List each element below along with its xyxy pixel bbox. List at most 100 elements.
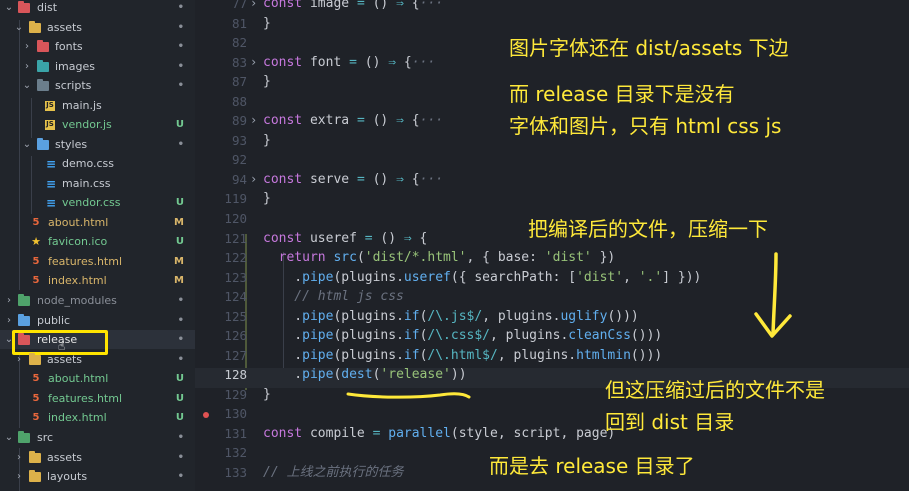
tree-item-label: main.css xyxy=(62,177,111,190)
tree-item-release-features-html[interactable]: 5 features.html U xyxy=(0,389,195,408)
fold-chevron-icon[interactable]: › xyxy=(250,53,260,73)
line-number: 93 xyxy=(231,133,247,148)
tree-item-styles[interactable]: ⌄ styles • xyxy=(0,135,195,154)
tree-item-label: main.js xyxy=(62,99,102,112)
tree-item-about-html[interactable]: 5 about.html M xyxy=(0,213,195,232)
line-number: 89 xyxy=(231,113,247,128)
tree-item-src-assets[interactable]: › assets • xyxy=(0,448,195,467)
tree-item-label: assets xyxy=(47,21,83,34)
annotation-note: 字体和图片，只有 html css js xyxy=(509,114,782,138)
code-text: .pipe(plugins.if(/\.css$/, plugins.clean… xyxy=(263,328,663,343)
line-number: 125 xyxy=(224,309,247,324)
line-number: 126 xyxy=(224,328,247,343)
code-line[interactable]: 124 // html js css xyxy=(195,287,909,307)
chevron-right-icon: › xyxy=(7,315,11,326)
star-icon: ★ xyxy=(31,235,41,248)
code-line[interactable]: 130 xyxy=(195,404,909,424)
tree-item-scripts[interactable]: ⌄ scripts • xyxy=(0,76,195,95)
modified-badge: M xyxy=(174,256,184,267)
code-line[interactable]: 92 xyxy=(195,150,909,170)
line-number: 122 xyxy=(224,250,247,265)
tree-item-vendor-js[interactable]: JS vendor.js U xyxy=(0,115,195,134)
tree-item-layouts[interactable]: › layouts • xyxy=(0,467,195,486)
line-number: 132 xyxy=(224,445,247,460)
code-text: .pipe(dest('release')) xyxy=(263,367,467,382)
tree-item-main-css[interactable]: ≡ main.css xyxy=(0,174,195,193)
html-file-icon: 5 xyxy=(32,255,40,267)
code-line[interactable]: 119} xyxy=(195,189,909,209)
status-dot: • xyxy=(177,315,184,326)
tree-item-label: src xyxy=(37,431,54,444)
line-number: 121 xyxy=(224,231,247,246)
tree-item-label: public xyxy=(37,314,71,327)
status-dot: • xyxy=(177,139,184,150)
code-line[interactable]: 127 .pipe(plugins.if(/\.html$/, plugins.… xyxy=(195,346,909,366)
code-line[interactable]: 81} xyxy=(195,14,909,34)
tree-item-fonts[interactable]: › fonts • xyxy=(0,37,195,56)
tree-item-release-assets[interactable]: › assets • xyxy=(0,350,195,369)
line-number: 87 xyxy=(231,74,247,89)
tree-item-label: demo.css xyxy=(62,157,115,170)
tree-item-favicon-ico[interactable]: ★ favicon.ico U xyxy=(0,232,195,251)
code-line[interactable]: 122 return src('dist/*.html', { base: 'd… xyxy=(195,248,909,268)
tree-item-label: index.html xyxy=(48,411,107,424)
line-number: 83 xyxy=(231,55,247,70)
code-editor[interactable]: 77 › const image = () ⇒ {··· 81} 82 83 › const … xyxy=(195,0,909,491)
code-line[interactable]: 123 .pipe(plugins.useref({ searchPath: [… xyxy=(195,268,909,288)
tree-item-label: about.html xyxy=(48,216,109,229)
folder-icon xyxy=(29,352,41,365)
tree-item-label: index.html xyxy=(48,274,107,287)
line-number: 133 xyxy=(224,465,247,480)
tree-item-images[interactable]: › images • xyxy=(0,57,195,76)
tree-item-features-html[interactable]: 5 features.html M xyxy=(0,252,195,271)
untracked-badge: U xyxy=(175,197,184,208)
fold-chevron-icon[interactable]: › xyxy=(250,111,260,131)
tree-item-assets[interactable]: ⌄ assets • xyxy=(0,18,195,37)
folder-icon xyxy=(18,313,30,326)
tree-item-node-modules[interactable]: › node_modules • xyxy=(0,291,195,310)
chevron-right-icon: › xyxy=(7,295,11,306)
line-number: 127 xyxy=(224,348,247,363)
tree-item-vendor-css[interactable]: ≡ vendor.css U xyxy=(0,193,195,212)
tree-item-label: dist xyxy=(37,1,58,14)
line-number: 94 xyxy=(231,172,247,187)
untracked-badge: U xyxy=(175,373,184,384)
status-dot: • xyxy=(177,452,184,463)
status-dot: • xyxy=(177,471,184,482)
chevron-right-icon: › xyxy=(25,41,29,52)
arrow-down-mark xyxy=(754,252,792,338)
status-dot: • xyxy=(177,334,184,345)
untracked-badge: U xyxy=(175,393,184,404)
code-line[interactable]: 94 › const serve = () ⇒ {··· xyxy=(195,170,909,190)
line-number: 130 xyxy=(224,406,247,421)
tree-item-release-index-html[interactable]: 5 index.html U xyxy=(0,408,195,427)
fold-chevron-icon[interactable]: › xyxy=(250,0,260,14)
line-number: 77 xyxy=(231,0,247,11)
tree-item-label: images xyxy=(55,60,95,73)
line-number: 123 xyxy=(224,270,247,285)
annotation-note: 图片字体还在 dist/assets 下边 xyxy=(509,36,789,60)
folder-icon xyxy=(37,59,49,72)
code-line[interactable]: 125 .pipe(plugins.if(/\.js$/, plugins.ug… xyxy=(195,307,909,327)
tree-item-label: about.html xyxy=(48,372,109,385)
code-line[interactable]: 131 const compile = parallel(style, scrip… xyxy=(195,424,909,444)
status-dot: • xyxy=(177,41,184,52)
tree-item-main-js[interactable]: JS main.js xyxy=(0,96,195,115)
code-line[interactable]: 126 .pipe(plugins.if(/\.css$/, plugins.c… xyxy=(195,326,909,346)
tree-item-dist[interactable]: ⌄ dist • xyxy=(0,0,195,17)
line-number: 128 xyxy=(224,367,247,382)
tree-item-index-html[interactable]: 5 index.html M xyxy=(0,271,195,290)
code-line[interactable]: 77 › const image = () ⇒ {··· xyxy=(195,0,909,14)
tree-item-public[interactable]: › public • xyxy=(0,311,195,330)
tree-item-release-about-html[interactable]: 5 about.html U xyxy=(0,369,195,388)
code-text: // html js css xyxy=(263,289,404,304)
untracked-badge: U xyxy=(175,119,184,130)
line-number: 88 xyxy=(231,94,247,109)
folder-icon xyxy=(29,450,41,463)
chevron-down-icon: ⌄ xyxy=(4,432,14,443)
tree-item-src[interactable]: ⌄ src • xyxy=(0,428,195,447)
tree-item-demo-css[interactable]: ≡ demo.css xyxy=(0,154,195,173)
folder-open-icon xyxy=(18,430,30,443)
css-file-icon: ≡ xyxy=(45,195,57,210)
fold-chevron-icon[interactable]: › xyxy=(250,170,260,190)
